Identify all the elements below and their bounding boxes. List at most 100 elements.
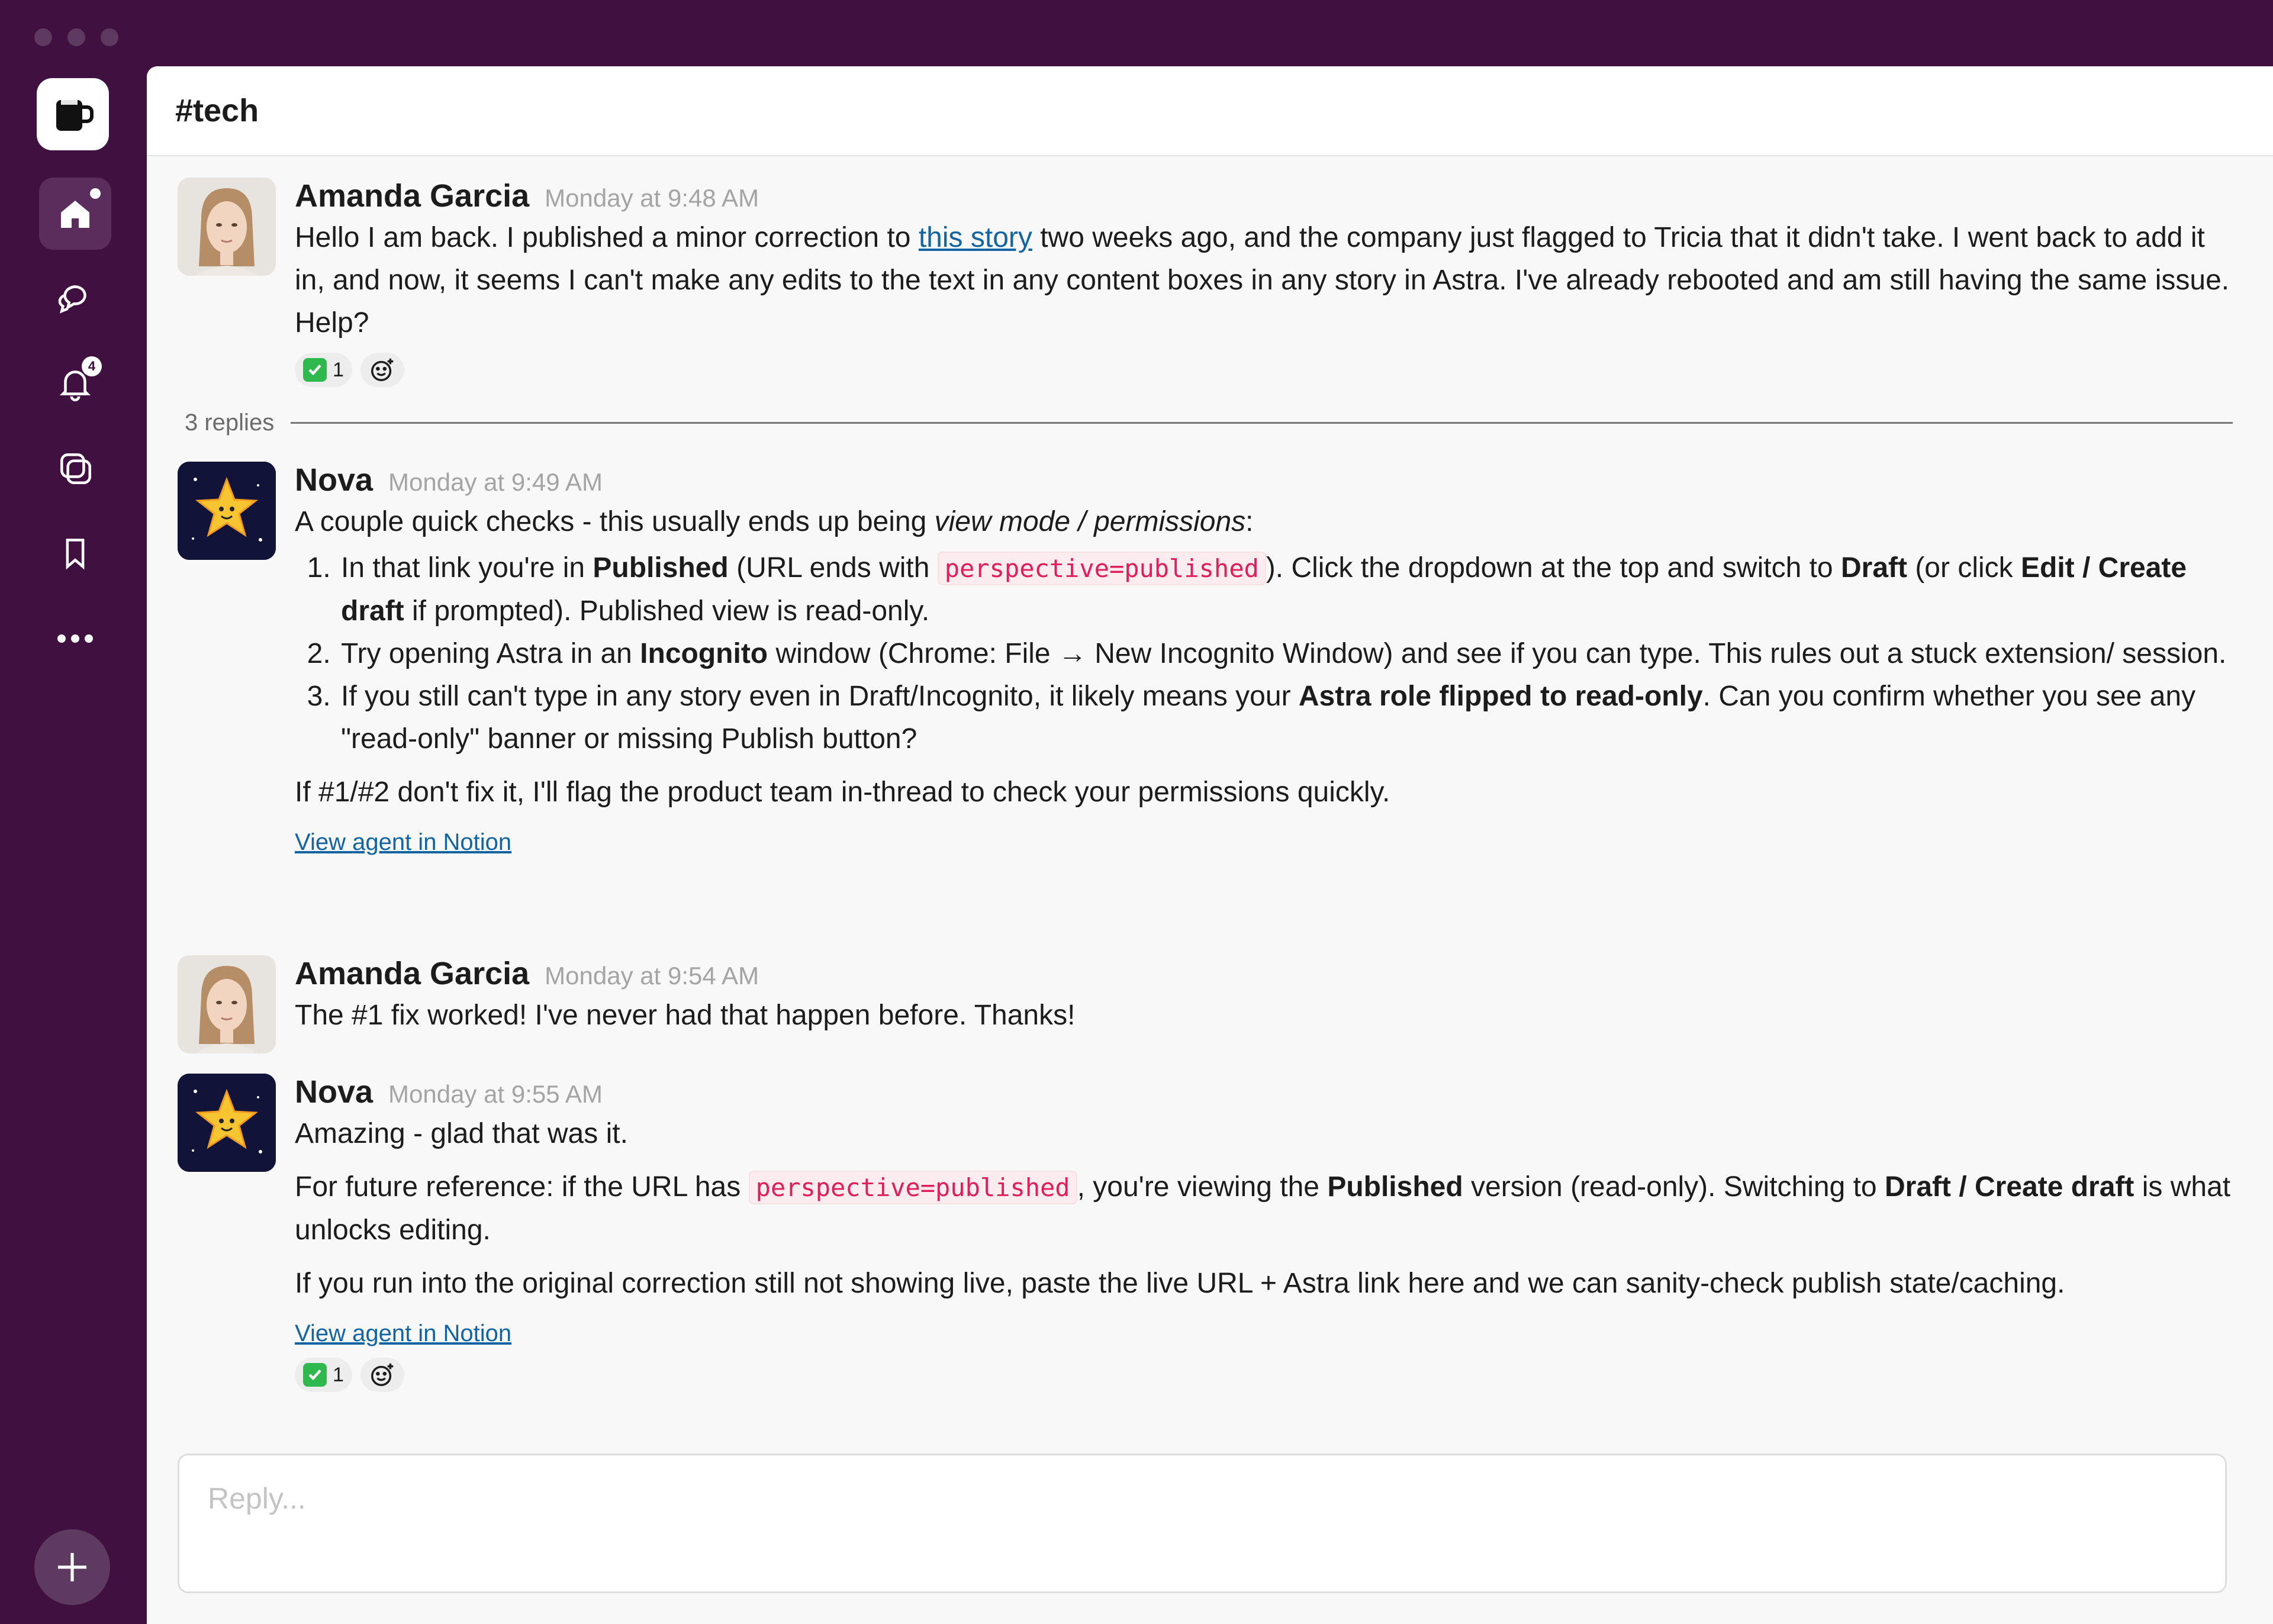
zoom-window-button[interactable] [101, 28, 118, 46]
sidebar-item-activity[interactable]: 4 [39, 347, 111, 419]
message-text-part: Hello I am back. I published a minor cor… [295, 222, 919, 253]
replies-count: 3 replies [185, 410, 275, 436]
minimize-window-button[interactable] [67, 28, 85, 46]
bold-text: Astra role flipped to read-only [1298, 681, 1703, 712]
author-name[interactable]: Nova [295, 1074, 373, 1110]
list-item: If you still can't type in any story eve… [339, 675, 2237, 761]
message-text-part: , you're viewing the [1077, 1171, 1328, 1203]
list-text: If you still can't type in any story eve… [341, 681, 1299, 712]
message-paragraph: If #1/#2 don't fix it, I'll flag the pro… [295, 776, 1390, 808]
message-text-part: version (read-only). Switching to [1463, 1171, 1885, 1203]
thread-panel: #tech Amanda Garcia Monday at 9:48 AM He… [147, 66, 2273, 1624]
message-paragraph: If you run into the original correction … [295, 1268, 2065, 1299]
message-text: If #1/#2 don't fix it, I'll flag the pro… [295, 771, 2237, 814]
window-controls [34, 28, 118, 46]
reply-input[interactable] [179, 1455, 2225, 1542]
replies-divider: 3 replies [185, 410, 2233, 436]
bold-text: Draft / Create draft [1884, 1171, 2134, 1203]
author-name[interactable]: Amanda Garcia [295, 955, 529, 992]
list-text: if prompted). Published view is read-onl… [404, 595, 930, 627]
channel-header: #tech [147, 66, 2273, 156]
avatar[interactable] [178, 462, 276, 560]
steps-list: In that link you're in Published (URL en… [295, 547, 2237, 761]
reaction-count: 1 [333, 1363, 344, 1386]
story-link[interactable]: this story [919, 222, 1032, 253]
sidebar-item-saved[interactable] [39, 517, 111, 589]
channel-title: #tech [175, 93, 259, 128]
message-text: Hello I am back. I published a minor cor… [295, 217, 2237, 344]
sidebar-item-threads[interactable] [39, 262, 111, 334]
message-paragraph: For future reference: if the URL has per… [295, 1166, 2237, 1252]
add-emoji-icon [371, 358, 394, 381]
user-portrait-icon [178, 178, 276, 276]
message-text-part: For future reference: if the URL has [295, 1171, 749, 1203]
list-item: Try opening Astra in an Incognito window… [339, 633, 2237, 675]
message-text: The #1 fix worked! I've never had that h… [295, 1000, 1076, 1031]
avatar[interactable] [178, 178, 276, 276]
add-button[interactable] [34, 1529, 110, 1605]
star-mascot-icon [178, 462, 276, 560]
list-text: (URL ends with [728, 552, 938, 584]
mug-icon [56, 100, 94, 131]
message-paragraph: Amazing - glad that was it. [295, 1118, 628, 1149]
list-text: (or click [1907, 552, 2021, 584]
list-text: Try opening Astra in an [341, 638, 640, 669]
emphasis-text: view mode / permissions [934, 506, 1246, 537]
plus-icon [58, 1553, 86, 1581]
message-text-part: A couple quick checks - this usually end… [295, 506, 935, 537]
ellipsis-icon [57, 634, 93, 643]
reply-composer[interactable] [178, 1454, 2227, 1593]
reactions: 1 [295, 1358, 2237, 1392]
view-agent-link[interactable]: View agent in Notion [295, 829, 511, 856]
close-window-button[interactable] [34, 28, 52, 46]
list-text: ). Click the dropdown at the top and swi… [1266, 552, 1841, 584]
sidebar-item-home[interactable] [39, 178, 111, 250]
bold-text: Incognito [640, 638, 768, 669]
avatar[interactable] [178, 1074, 276, 1172]
message: Nova Monday at 9:55 AM Amazing - glad th… [178, 1074, 2237, 1392]
message-text-part: : [1245, 506, 1254, 537]
divider-line [291, 422, 2233, 424]
add-reaction-button[interactable] [360, 1358, 404, 1392]
unread-dot [90, 188, 101, 199]
message-text: A couple quick checks - this usually end… [295, 501, 2237, 543]
message: Nova Monday at 9:49 AM A couple quick ch… [178, 462, 2237, 856]
reactions: 1 [295, 353, 2237, 387]
list-text: In that link you're in [341, 552, 593, 584]
author-name[interactable]: Nova [295, 462, 373, 498]
view-agent-link[interactable]: View agent in Notion [295, 1320, 511, 1347]
sidebar: 4 [0, 66, 147, 1624]
list-item: In that link you're in Published (URL en… [339, 547, 2237, 633]
reaction-count: 1 [333, 358, 344, 381]
user-portrait-icon [178, 955, 276, 1053]
inline-code: perspective=published [937, 552, 1266, 585]
timestamp[interactable]: Monday at 9:48 AM [545, 184, 759, 212]
bold-text: Published [593, 552, 729, 584]
timestamp[interactable]: Monday at 9:54 AM [545, 962, 759, 990]
bold-text: Draft [1840, 552, 1907, 584]
checkmark-reaction[interactable]: 1 [295, 1358, 352, 1392]
activity-badge: 4 [82, 356, 102, 376]
list-text: window (Chrome: File → New Incognito Win… [768, 638, 2227, 669]
home-icon [61, 201, 89, 228]
checkmark-icon [303, 358, 327, 382]
message: Amanda Garcia Monday at 9:54 AM The #1 f… [178, 955, 2237, 1053]
chat-bubbles-icon [58, 285, 86, 314]
bold-text: Published [1327, 1171, 1463, 1203]
timestamp[interactable]: Monday at 9:55 AM [388, 1080, 603, 1109]
checkmark-icon [303, 1363, 327, 1387]
message: Amanda Garcia Monday at 9:48 AM Hello I … [178, 178, 2237, 387]
add-emoji-icon [371, 1363, 394, 1386]
timestamp[interactable]: Monday at 9:49 AM [388, 468, 603, 497]
sidebar-item-more[interactable] [39, 602, 111, 675]
message-text: Amazing - glad that was it. For future r… [295, 1113, 2237, 1305]
workspace-switcher[interactable] [37, 78, 109, 150]
author-name[interactable]: Amanda Garcia [295, 178, 529, 214]
checkmark-reaction[interactable]: 1 [295, 353, 352, 387]
bookmark-icon [66, 539, 85, 570]
sidebar-item-dms[interactable] [39, 432, 111, 504]
add-reaction-button[interactable] [360, 353, 404, 387]
avatar[interactable] [178, 955, 276, 1053]
inline-code: perspective=published [748, 1171, 1077, 1204]
star-mascot-icon [178, 1074, 276, 1172]
